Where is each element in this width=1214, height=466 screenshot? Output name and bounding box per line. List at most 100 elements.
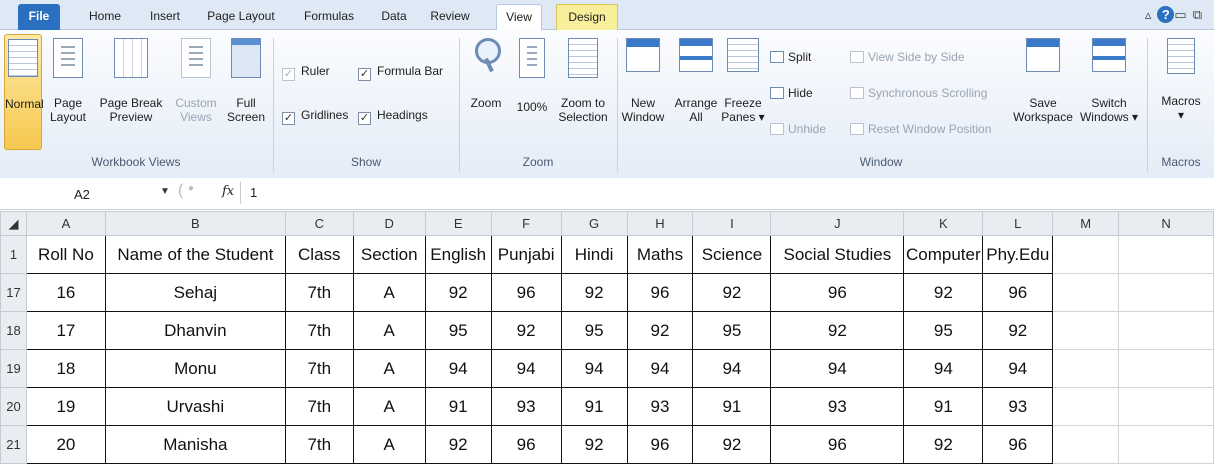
- data-cell[interactable]: 96: [626, 425, 694, 464]
- column-header-e[interactable]: E: [424, 211, 492, 236]
- data-cell[interactable]: 16: [25, 273, 106, 312]
- data-cell[interactable]: 92: [903, 425, 984, 464]
- zoom-button[interactable]: Zoom: [464, 38, 508, 110]
- data-cell[interactable]: 94: [424, 349, 492, 388]
- data-cell[interactable]: 92: [770, 311, 905, 350]
- ruler-checkbox[interactable]: ✓ Ruler: [282, 64, 330, 81]
- row-header[interactable]: 1: [0, 235, 27, 274]
- page-break-preview-button[interactable]: Page Break Preview: [96, 38, 166, 124]
- column-header-d[interactable]: D: [352, 211, 426, 236]
- data-cell[interactable]: 93: [626, 387, 694, 426]
- header-cell[interactable]: Section: [352, 235, 426, 274]
- empty-cell[interactable]: [1118, 349, 1214, 388]
- help-icon[interactable]: ?: [1157, 6, 1175, 23]
- data-cell[interactable]: A: [352, 425, 426, 464]
- header-cell[interactable]: Computer: [903, 235, 984, 274]
- empty-cell[interactable]: [1118, 387, 1214, 426]
- column-header-i[interactable]: I: [692, 211, 772, 236]
- column-header-h[interactable]: H: [626, 211, 694, 236]
- data-cell[interactable]: 96: [626, 273, 694, 312]
- formula-bar-checkbox[interactable]: ✓ Formula Bar: [358, 64, 443, 81]
- view-side-by-side-button[interactable]: View Side by Side: [850, 50, 965, 64]
- tab-data[interactable]: Data: [374, 4, 414, 30]
- data-cell[interactable]: Manisha: [104, 425, 286, 464]
- header-cell[interactable]: Social Studies: [770, 235, 905, 274]
- synchronous-scrolling-button[interactable]: Synchronous Scrolling: [850, 86, 987, 100]
- data-cell[interactable]: 17: [25, 311, 106, 350]
- column-header-a[interactable]: A: [25, 211, 106, 236]
- data-cell[interactable]: 7th: [284, 311, 354, 350]
- select-all-corner[interactable]: ◢: [0, 211, 27, 236]
- empty-cell[interactable]: [1118, 425, 1214, 464]
- header-cell[interactable]: Punjabi: [490, 235, 562, 274]
- custom-views-button[interactable]: Custom Views: [172, 38, 220, 124]
- minimize-ribbon-icon[interactable]: ▵: [1145, 7, 1158, 22]
- header-cell[interactable]: Class: [284, 235, 354, 274]
- data-cell[interactable]: 92: [424, 425, 492, 464]
- empty-cell[interactable]: [1118, 235, 1214, 274]
- row-header[interactable]: 18: [0, 311, 27, 350]
- column-header-k[interactable]: K: [903, 211, 984, 236]
- headings-checkbox[interactable]: ✓ Headings: [358, 108, 428, 125]
- normal-view-button[interactable]: Normal: [4, 34, 44, 150]
- data-cell[interactable]: 93: [770, 387, 905, 426]
- data-cell[interactable]: A: [352, 273, 426, 312]
- data-cell[interactable]: 20: [25, 425, 106, 464]
- tab-review[interactable]: Review: [422, 4, 478, 30]
- data-cell[interactable]: 92: [982, 311, 1054, 350]
- data-cell[interactable]: 96: [490, 425, 562, 464]
- data-cell[interactable]: 94: [982, 349, 1054, 388]
- close-window-icon[interactable]: ⧉: [1193, 7, 1208, 22]
- header-cell[interactable]: Phy.Edu: [982, 235, 1054, 274]
- name-box[interactable]: A2: [40, 185, 140, 205]
- data-cell[interactable]: A: [352, 387, 426, 426]
- data-cell[interactable]: 92: [560, 425, 628, 464]
- data-cell[interactable]: 95: [424, 311, 492, 350]
- new-window-button[interactable]: New Window: [620, 38, 666, 124]
- tab-design[interactable]: Design: [556, 4, 618, 30]
- row-header[interactable]: 19: [0, 349, 27, 388]
- empty-cell[interactable]: [1052, 425, 1120, 464]
- row-header[interactable]: 17: [0, 273, 27, 312]
- data-cell[interactable]: 92: [560, 273, 628, 312]
- header-cell[interactable]: Maths: [626, 235, 694, 274]
- empty-cell[interactable]: [1052, 387, 1120, 426]
- tab-insert[interactable]: Insert: [140, 4, 190, 30]
- hide-button[interactable]: Hide: [770, 86, 813, 100]
- row-header[interactable]: 21: [0, 425, 27, 464]
- data-cell[interactable]: 91: [560, 387, 628, 426]
- data-cell[interactable]: 94: [490, 349, 562, 388]
- arrange-all-button[interactable]: Arrange All: [672, 38, 720, 124]
- data-cell[interactable]: 7th: [284, 387, 354, 426]
- zoom-100-button[interactable]: 100%: [512, 38, 552, 114]
- data-cell[interactable]: 96: [770, 425, 905, 464]
- row-header[interactable]: 20: [0, 387, 27, 426]
- tab-file[interactable]: File: [18, 4, 60, 30]
- data-cell[interactable]: 96: [490, 273, 562, 312]
- header-cell[interactable]: Science: [692, 235, 772, 274]
- column-header-n[interactable]: N: [1118, 211, 1214, 236]
- data-cell[interactable]: 92: [490, 311, 562, 350]
- data-cell[interactable]: 93: [982, 387, 1054, 426]
- column-header-b[interactable]: B: [104, 211, 286, 236]
- tab-formulas[interactable]: Formulas: [294, 4, 364, 30]
- empty-cell[interactable]: [1052, 273, 1120, 312]
- data-cell[interactable]: 94: [903, 349, 984, 388]
- column-header-m[interactable]: M: [1052, 211, 1120, 236]
- name-box-dropdown-icon[interactable]: ▼: [160, 186, 170, 197]
- data-cell[interactable]: 7th: [284, 425, 354, 464]
- data-cell[interactable]: 92: [692, 273, 772, 312]
- data-cell[interactable]: 92: [903, 273, 984, 312]
- column-header-g[interactable]: G: [560, 211, 628, 236]
- data-cell[interactable]: 95: [903, 311, 984, 350]
- tab-home[interactable]: Home: [80, 4, 130, 30]
- data-cell[interactable]: 96: [770, 273, 905, 312]
- tab-page-layout[interactable]: Page Layout: [198, 4, 284, 30]
- restore-window-icon[interactable]: ▭: [1174, 7, 1192, 22]
- empty-cell[interactable]: [1052, 311, 1120, 350]
- data-cell[interactable]: A: [352, 349, 426, 388]
- data-cell[interactable]: 95: [560, 311, 628, 350]
- data-cell[interactable]: 91: [424, 387, 492, 426]
- column-header-j[interactable]: J: [770, 211, 905, 236]
- empty-cell[interactable]: [1118, 311, 1214, 350]
